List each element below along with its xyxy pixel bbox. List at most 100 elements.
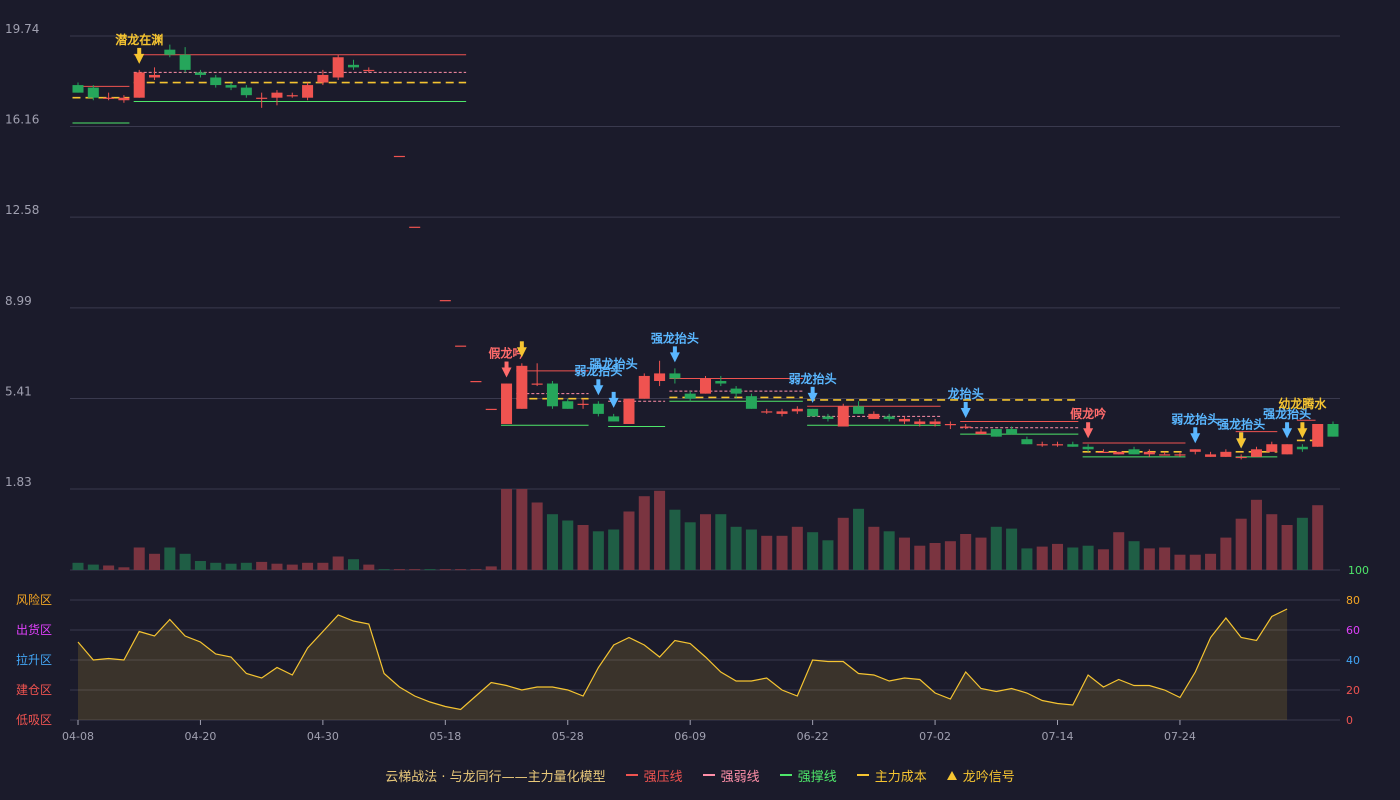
signal-arrow-stem [1285,422,1290,430]
signal-arrow-icon [1236,438,1247,449]
legend-title: 云梯战法 · 与龙同行——主力量化模型 [385,769,606,785]
volume-bar [883,531,895,570]
candle-body [1266,444,1278,452]
candle-body [1205,454,1217,457]
candle-body [164,49,176,55]
candle-body [149,74,161,78]
signal-arrow-icon [608,397,619,408]
volume-bar [439,569,451,571]
legend-item-weak[interactable]: 强弱线 [702,766,760,785]
candle-body [745,396,757,409]
volume-bar [378,569,390,571]
candle-body [929,421,941,424]
signal-arrow-stem [596,379,601,387]
signal-arrow-stem [963,401,968,409]
volume-bar [1250,499,1262,570]
candle-body [960,426,972,428]
x-tick-label: 07-14 [1042,730,1074,743]
volume-bar [470,569,482,571]
volume-bar [164,547,176,570]
volume-bar [669,509,681,570]
candle-body [118,97,130,101]
candle-body [761,411,773,413]
legend-item-signal[interactable]: 龙吟信号 [946,766,1015,785]
volume-bar [1312,505,1324,570]
candle-body [699,378,712,394]
legend-item-resist[interactable]: 强压线 [625,766,683,785]
candle-body [914,421,926,424]
candle-body [562,401,574,409]
volume-bar [990,526,1002,570]
signal-arrow-stem [1300,422,1305,430]
candle-body [623,398,635,424]
volume-bar [424,569,436,571]
volume-bar [684,522,696,570]
volume-bar [638,496,650,570]
volume-bar [853,508,865,570]
volume-bar [592,531,604,570]
osc-tick-label: 60 [1346,624,1360,637]
candle-body [87,87,99,98]
volume-bar [1174,554,1186,570]
candle-body [271,92,283,98]
volume-bar [654,490,666,570]
volume-bar [149,553,161,570]
candle-body [638,375,650,399]
candle-body [516,365,528,409]
volume-bar [256,561,268,570]
signal-arrow-icon [1297,428,1308,439]
candle-body [1036,444,1048,446]
zone-label: 出货区 [16,622,52,637]
osc-area [78,609,1288,720]
volume-bar [1082,545,1094,570]
x-tick-label: 05-28 [552,730,584,743]
volume-bar [944,541,956,570]
volume-bar [516,489,528,570]
candle-body [868,413,880,419]
candle-body [883,416,895,419]
x-tick-label: 05-18 [429,730,461,743]
x-tick-label: 07-24 [1164,730,1196,743]
osc-tick-label: 20 [1346,684,1360,697]
candle-body [822,416,834,419]
osc-tick-label: 40 [1346,654,1360,667]
volume-bar [286,564,298,570]
x-tick-label: 06-09 [674,730,706,743]
candle-body [654,373,666,381]
volume-bar [807,532,819,570]
signal-arrow-stem [519,341,524,349]
candle-body [210,77,222,86]
volume-bar [1143,548,1155,570]
candle-body [1006,429,1018,435]
candles [72,44,1339,460]
volume-bar [1128,541,1140,570]
legend-item-support[interactable]: 强撑线 [779,766,837,785]
zone-label: 建仓区 [16,683,52,697]
volume-bar [1281,525,1293,570]
volume-bar [608,529,620,570]
triangle-icon [946,770,957,780]
signal-label: 强龙抬头 [1217,416,1265,431]
candle-body [286,95,298,97]
legend-item-cost[interactable]: 主力成本 [856,766,927,785]
volume-bar [317,562,329,570]
stock-chart[interactable]: 19.74 16.16 12.58 8.99 5.41 1.83 100 80 60 40 20 0 风… [0,0,1400,760]
candle-body [363,69,375,72]
price-axis: 19.74 16.16 12.58 8.99 5.41 1.83 100 80 60 40 20 0 风… [5,22,1369,727]
signal-arrow-stem [1086,422,1091,430]
candle-body [730,388,742,394]
candle-body [898,418,910,422]
candle-body [776,411,788,414]
candle-body [317,74,329,83]
candle-body [1097,451,1109,454]
candle-body [1159,454,1171,456]
legend: 云梯战法 · 与龙同行——主力量化模型 强压线 强弱线 强撑线 主力成本 龙吟信… [0,760,1400,790]
volume-bar [975,537,987,570]
signal-label: 弱龙抬头 [789,371,837,386]
candle-body [853,406,865,414]
candle-body [944,423,956,426]
signal-label: 弱龙抬头 [1171,411,1219,426]
candle-body [1189,449,1201,452]
volume-bars [72,489,1324,571]
volume-bar [699,514,712,570]
